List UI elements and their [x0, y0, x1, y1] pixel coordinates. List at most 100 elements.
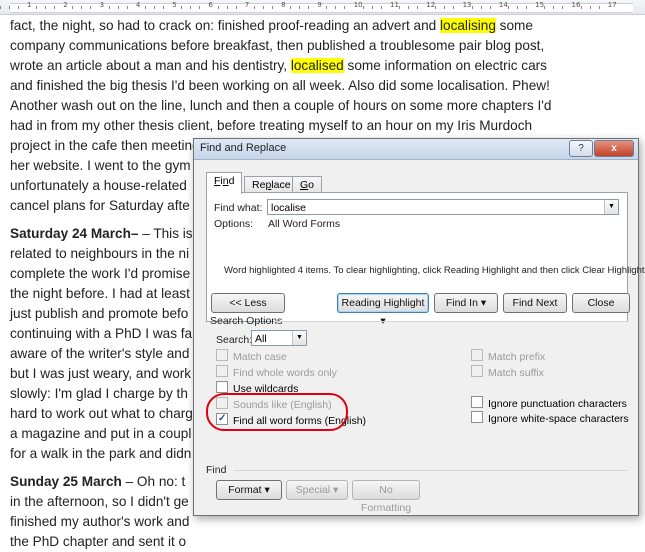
chevron-down-icon[interactable]: ▼: [604, 200, 618, 214]
checkbox-option[interactable]: Ignore white-space characters: [471, 411, 629, 425]
text-line: the PhD chapter and sent it o: [10, 534, 187, 549]
text-run: company communications before breakfast,…: [10, 38, 545, 53]
find-what-input[interactable]: localise ▼: [267, 199, 619, 215]
ruler-tick: [308, 6, 310, 9]
close-button[interactable]: Close: [572, 293, 630, 313]
ruler-tick: [226, 6, 228, 9]
ruler-tick: [371, 6, 373, 9]
checkbox-label: Match case: [233, 351, 287, 363]
checkbox-label: Match prefix: [488, 351, 546, 363]
ruler-number: 4: [135, 1, 141, 9]
ruler-tick: [598, 6, 600, 9]
find-what-label: Find what:: [214, 202, 263, 214]
checkbox-option[interactable]: Match case: [216, 349, 287, 363]
checkbox-box[interactable]: [471, 411, 483, 423]
ruler-number: 8: [281, 1, 286, 9]
search-options-label: Search Options: [210, 315, 283, 327]
text-run: and finished the big thesis I'd been wor…: [10, 78, 550, 93]
checkbox-box[interactable]: [216, 349, 228, 361]
chevron-down-icon[interactable]: ▼: [292, 331, 306, 345]
ruler-tick: [36, 6, 37, 9]
checkbox-option[interactable]: Ignore punctuation characters: [471, 396, 627, 410]
ruler-number: 17: [607, 1, 617, 9]
text-line: fact, the night, so had to crack on: fin…: [10, 16, 645, 36]
ruler-number: 3: [99, 1, 105, 9]
ruler-tick: [271, 6, 273, 9]
saturday-first-line: – This is: [138, 226, 193, 241]
ruler-tick: [117, 6, 119, 9]
ruler-tick: [126, 6, 128, 9]
ruler-tick: [580, 6, 582, 9]
text-run: her website. I went to the gym: [10, 158, 191, 173]
ruler-tick: [408, 6, 409, 9]
ruler-number: 5: [172, 1, 177, 9]
checkbox-box[interactable]: [471, 349, 483, 361]
checkbox-option[interactable]: Match suffix: [471, 365, 544, 379]
checkbox-box[interactable]: [471, 396, 483, 408]
search-direction-select[interactable]: All ▼: [251, 330, 307, 346]
no-formatting-button[interactable]: No Formatting: [352, 480, 420, 514]
ruler-tick: [471, 6, 473, 9]
ruler-tick: [453, 6, 455, 9]
reading-highlight-button[interactable]: Reading Highlight ▾: [337, 293, 429, 327]
checkbox-box[interactable]: [216, 365, 228, 377]
text-run: Another wash out on the line, lunch and …: [10, 98, 552, 113]
ruler-number: 15: [535, 1, 545, 9]
ruler-tick: [516, 6, 518, 9]
text-run: had in from my other thesis client, befo…: [10, 118, 533, 133]
ruler-tick: [90, 6, 92, 9]
text-run: some information on electric cars: [343, 58, 547, 73]
help-button[interactable]: ?: [569, 140, 593, 157]
ruler-tick: [108, 6, 110, 9]
ruler-tick: [417, 6, 418, 9]
checkbox-box[interactable]: [471, 365, 483, 377]
ruler-tick: [199, 6, 201, 9]
ruler-tick: [72, 6, 74, 9]
checkbox-box[interactable]: [216, 381, 228, 393]
find-next-button[interactable]: Find Next: [503, 293, 567, 313]
ruler-tick: [362, 6, 364, 9]
ruler-number: 11: [390, 1, 399, 9]
special-button[interactable]: Special ▾: [286, 480, 348, 500]
ruler-tick: [81, 6, 83, 9]
heading-sunday: Sunday 25 March: [10, 474, 122, 489]
ruler-tick: [444, 6, 446, 9]
heading-saturday: Saturday 24 March: [10, 226, 131, 241]
ruler-tick: [399, 6, 400, 9]
ruler-tick: [380, 6, 382, 9]
checkbox-option[interactable]: Match prefix: [471, 349, 545, 363]
tab-find[interactable]: Find: [206, 172, 243, 194]
checkbox-option[interactable]: Find whole words only: [216, 365, 337, 379]
ruler-tick: [217, 6, 219, 9]
ruler-number: 16: [571, 1, 581, 9]
horizontal-ruler[interactable]: 1 2 3 4 5 6 7 8 9 10 11 12 13 14 15 16 17: [0, 0, 645, 15]
text-run: some: [495, 18, 533, 33]
options-value: All Word Forms: [268, 218, 341, 230]
ruler-tick: [144, 6, 146, 9]
search-label: Search:: [216, 334, 253, 346]
ruler-tick: [162, 6, 164, 9]
ruler-number: 12: [426, 1, 436, 9]
ruler-tick: [17, 6, 19, 9]
highlighted-word: localised: [290, 58, 344, 73]
tab-goto[interactable]: Go To: [292, 176, 323, 207]
ruler-tick: [544, 6, 546, 9]
dialog-titlebar[interactable]: Find and Replace ? x: [194, 139, 638, 160]
ruler-tick: [507, 6, 509, 9]
ruler-number: 14: [498, 1, 508, 9]
tab-replace[interactable]: Replace: [244, 176, 299, 193]
ruler-tick: [435, 6, 437, 9]
ruler-number: 1: [27, 1, 32, 9]
less-button[interactable]: << Less: [211, 293, 285, 313]
text-line: Another wash out on the line, lunch and …: [10, 96, 645, 116]
format-button[interactable]: Format ▾: [216, 480, 282, 500]
text-line: wrote an article about a man and his den…: [10, 56, 645, 76]
checkbox-label: Match suffix: [488, 367, 544, 379]
ruler-tick: [290, 6, 292, 9]
highlighted-word: localising: [439, 18, 496, 33]
ruler-tick: [181, 6, 183, 9]
checkbox-label: Ignore white-space characters: [488, 413, 629, 425]
close-icon[interactable]: x: [594, 140, 634, 157]
find-in-button[interactable]: Find In ▾: [434, 293, 498, 313]
ruler-tick: [489, 6, 491, 9]
